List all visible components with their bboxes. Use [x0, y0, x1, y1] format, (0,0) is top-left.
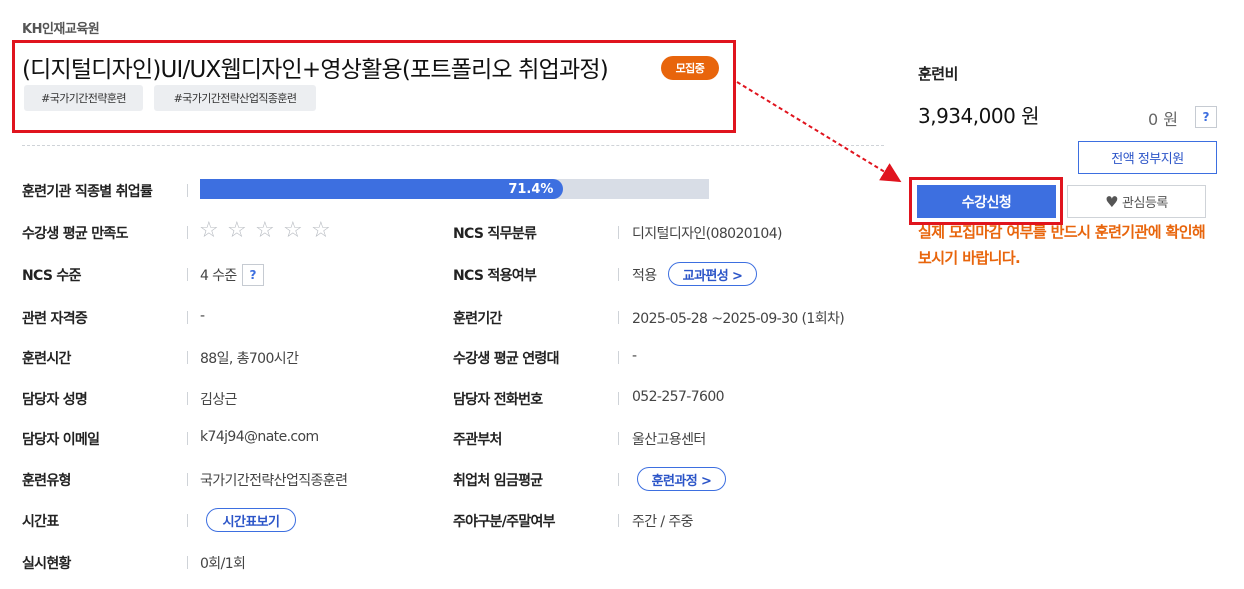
- separator: [618, 351, 619, 364]
- wishlist-label: 관심등록: [1122, 196, 1168, 211]
- self-pay-amount: 0 원: [1148, 110, 1178, 129]
- ncs-category-label: NCS 직무분류: [453, 226, 537, 242]
- enroll-highlight-box: [909, 177, 1063, 225]
- fee-label: 훈련비: [918, 65, 958, 83]
- separator: [187, 556, 188, 569]
- training-period-value: 2025-05-28 ~2025-09-30 (1회차): [632, 311, 845, 327]
- employment-rate-label: 훈련기관 직종별 취업률: [22, 184, 153, 200]
- separator: [187, 226, 188, 239]
- star-empty-icon: ☆: [255, 218, 275, 243]
- training-type-label: 훈련유형: [22, 473, 71, 489]
- employment-rate-value: 71.4%: [508, 181, 554, 197]
- training-type-value: 국가기간전략산업직종훈련: [200, 473, 348, 489]
- day-type-value: 주간 / 주중: [632, 514, 694, 530]
- separator: [618, 432, 619, 445]
- status-value: 0회/1회: [200, 556, 246, 572]
- separator: [187, 351, 188, 364]
- timetable-label: 시간표: [22, 514, 59, 530]
- separator: [187, 473, 188, 486]
- satisfaction-label: 수강생 평균 만족도: [22, 226, 128, 242]
- certification-value: -: [200, 308, 205, 324]
- ncs-level-label: NCS 수준: [22, 268, 81, 284]
- fee-amount: 3,934,000 원: [918, 104, 1040, 128]
- gov-support-button[interactable]: 전액 정부지원: [1078, 141, 1217, 174]
- employment-rate-fill: 71.4%: [200, 179, 564, 199]
- wishlist-button[interactable]: ♥ 관심등록: [1067, 185, 1206, 218]
- separator: [187, 392, 188, 405]
- manager-phone-label: 담당자 전화번호: [453, 392, 543, 408]
- separator: [187, 514, 188, 527]
- avg-age-value: -: [632, 348, 637, 364]
- separator: [187, 268, 188, 281]
- ncs-category-value: 디지털디자인(08020104): [632, 226, 782, 242]
- manager-phone-value: 052-257-7600: [632, 389, 725, 405]
- training-period-label: 훈련기간: [453, 311, 502, 327]
- certification-label: 관련 자격증: [22, 311, 88, 327]
- institution-name: KH인재교육원: [22, 22, 100, 37]
- separator: [618, 311, 619, 324]
- fee-help-button[interactable]: ?: [1195, 106, 1217, 128]
- training-hours-label: 훈련시간: [22, 351, 71, 367]
- separator: [187, 311, 188, 324]
- avg-age-label: 수강생 평균 연령대: [453, 351, 559, 367]
- section-divider: [22, 145, 884, 146]
- separator: [187, 184, 188, 197]
- ncs-level-help-button[interactable]: ?: [242, 264, 264, 286]
- ncs-level-value: 4 수준: [200, 268, 237, 284]
- star-empty-icon: ☆: [283, 218, 303, 243]
- separator: [618, 392, 619, 405]
- curriculum-button[interactable]: 교과편성 >: [668, 262, 757, 286]
- title-highlight-box: [12, 40, 736, 133]
- status-label: 실시현황: [22, 556, 71, 572]
- department-value: 울산고용센터: [632, 432, 706, 448]
- day-type-label: 주야구분/주말여부: [453, 514, 556, 530]
- separator: [618, 226, 619, 239]
- department-label: 주관부처: [453, 432, 502, 448]
- separator: [187, 432, 188, 445]
- manager-name-label: 담당자 성명: [22, 392, 88, 408]
- separator: [618, 268, 619, 281]
- manager-name-value: 김상근: [200, 392, 237, 408]
- ncs-applied-value: 적용: [632, 268, 657, 284]
- manager-email-label: 담당자 이메일: [22, 432, 100, 448]
- employment-rate-bar: 71.4%: [200, 179, 709, 199]
- separator: [618, 473, 619, 486]
- notice-text: 실제 모집마감 여부를 반드시 훈련기관에 확인해보시기 바랍니다.: [918, 223, 1206, 267]
- separator: [618, 514, 619, 527]
- training-course-button[interactable]: 훈련과정 >: [637, 467, 726, 491]
- star-empty-icon: ☆: [227, 218, 247, 243]
- timetable-button[interactable]: 시간표보기: [206, 508, 296, 532]
- training-hours-value: 88일, 총700시간: [200, 351, 299, 367]
- ncs-applied-label: NCS 적용여부: [453, 268, 537, 284]
- manager-email-value: k74j94@nate.com: [200, 429, 319, 445]
- avg-wage-label: 취업처 임금평균: [453, 473, 543, 489]
- star-empty-icon: ☆: [199, 218, 219, 243]
- star-empty-icon: ☆: [311, 218, 331, 243]
- heart-icon: ♥: [1105, 192, 1119, 211]
